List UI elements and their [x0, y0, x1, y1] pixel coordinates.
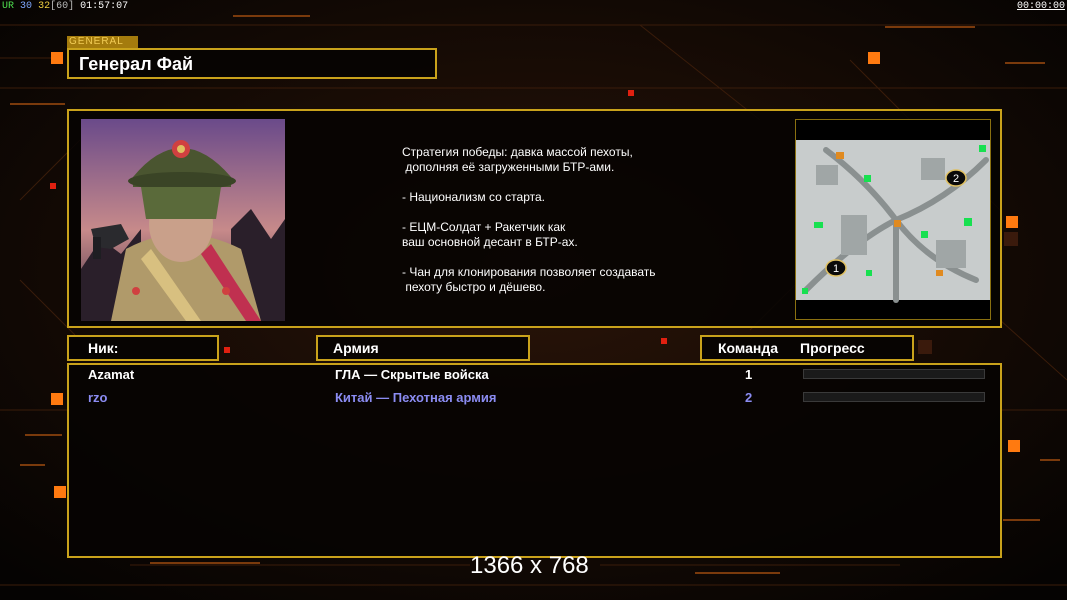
player-army: ГЛА — Скрытые войска	[335, 367, 489, 382]
minimap-image: 2 1	[796, 120, 990, 319]
description-line	[402, 175, 702, 190]
player-nick: Azamat	[88, 367, 135, 382]
description-line: пехоту быстро и дёшево.	[402, 280, 546, 294]
resolution-overlay: 1366 x 768	[470, 552, 589, 579]
description-line: дополняя её загруженными БТР-ами.	[402, 160, 615, 174]
player-progress-bar	[803, 392, 985, 402]
hud-value-2: 32	[38, 1, 51, 12]
general-portrait	[81, 119, 285, 321]
description-line	[402, 205, 702, 220]
player-army: Китай — Пехотная армия	[335, 390, 497, 405]
player-progress-bar	[803, 369, 985, 379]
hud-timer: 00:00:00	[1017, 1, 1066, 12]
player-nick: rzo	[88, 390, 108, 405]
player-team: 2	[745, 390, 753, 405]
header-army-box: Армия	[316, 335, 530, 361]
hud-ur: UR	[2, 1, 15, 12]
description-line: - ЕЦМ-Солдат + Ракетчик как	[402, 220, 566, 234]
start-position-label: 2	[953, 173, 959, 185]
start-position-1[interactable]: 1	[825, 259, 847, 277]
header-nick: Ник:	[88, 340, 119, 356]
header-army: Армия	[333, 340, 379, 356]
description-line	[402, 250, 702, 265]
hud-stats: UR 30 32[60] 01:57:07	[2, 1, 128, 12]
header-team: Команда	[718, 340, 778, 356]
description-line: Стратегия победы: давка массой пехоты,	[402, 145, 633, 159]
general-description: Стратегия победы: давка массой пехоты, д…	[402, 145, 702, 295]
general-tag: GENERAL	[67, 36, 138, 48]
header-progress: Прогресс	[800, 340, 865, 356]
start-position-label: 1	[833, 263, 839, 275]
hud-clock: 01:57:07	[80, 1, 129, 12]
header-team-progress-box: Команда Прогресс	[700, 335, 914, 361]
player-team: 1	[745, 367, 753, 382]
players-panel: Azamat ГЛА — Скрытые войска 1 rzo Китай …	[67, 363, 1002, 558]
description-line: - Чан для клонирования позволяет создава…	[402, 265, 656, 279]
hud-bracket: [60]	[50, 1, 75, 12]
general-info-panel: Стратегия победы: давка массой пехоты, д…	[67, 109, 1002, 328]
general-name: Генерал Фай	[79, 54, 194, 74]
minimap[interactable]: 2 1	[795, 119, 991, 320]
hud-value-1: 30	[20, 1, 33, 12]
start-position-2[interactable]: 2	[945, 169, 967, 187]
description-line: - Национализм со старта.	[402, 190, 545, 204]
header-nick-box: Ник:	[67, 335, 219, 361]
general-title-box: Генерал Фай	[67, 48, 437, 79]
description-line: ваш основной десант в БТР-ах.	[402, 235, 578, 249]
